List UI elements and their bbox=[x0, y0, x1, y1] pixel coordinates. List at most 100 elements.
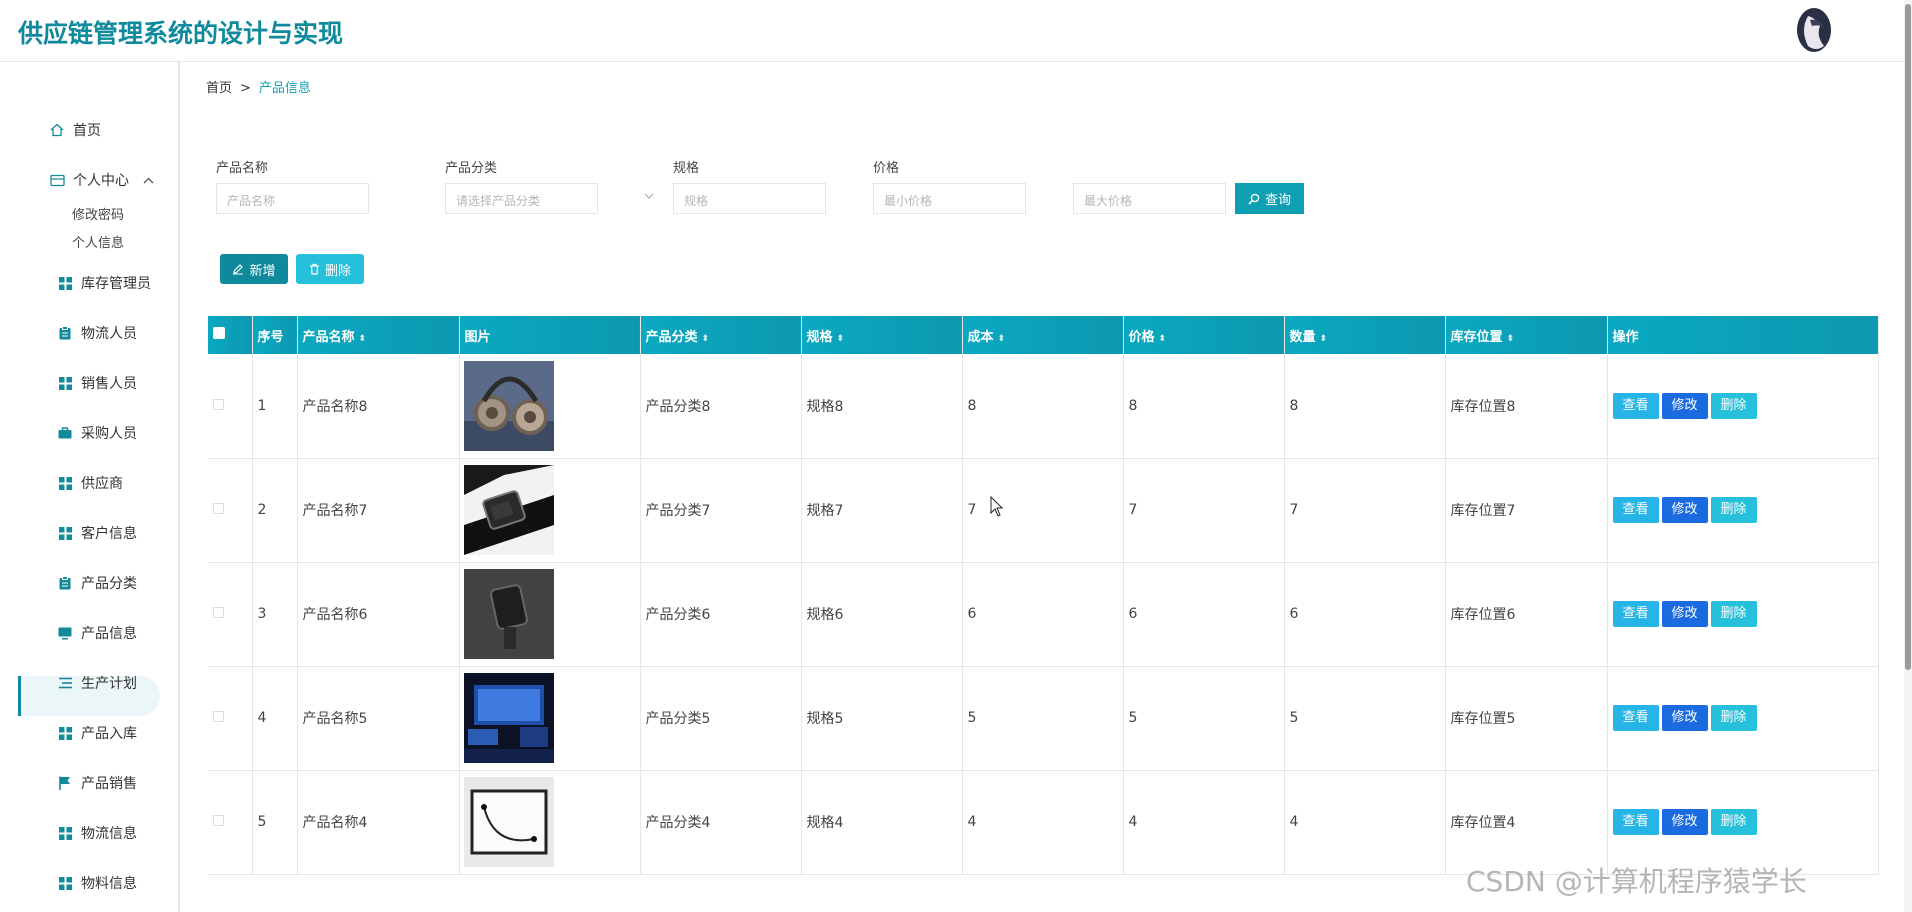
table-row: 5 产品名称4 产品分类4 规格4 4 4 4 库存位置4 查看 修改 删除 bbox=[208, 770, 1879, 875]
column-header-location[interactable]: 库存位置 ⬍ bbox=[1445, 316, 1608, 354]
sidebar-item-11[interactable]: 产品销售 bbox=[56, 770, 137, 796]
chevron-down-icon bbox=[644, 191, 654, 202]
sidebar-item-label: 库存管理员 bbox=[81, 276, 151, 292]
view-button[interactable]: 查看 bbox=[1612, 705, 1659, 731]
product-name-input[interactable]: 产品名称 bbox=[216, 183, 369, 214]
mouse-cursor-icon bbox=[990, 496, 1004, 517]
delete-button-label: 删除 bbox=[324, 263, 351, 279]
sidebar-item-10[interactable]: 产品入库 bbox=[56, 720, 137, 746]
view-button[interactable]: 查看 bbox=[1612, 809, 1659, 835]
row-checkbox-cell[interactable] bbox=[208, 458, 253, 563]
row-delete-button[interactable]: 删除 bbox=[1710, 809, 1757, 835]
sidebar-item-personal-center[interactable]: 个人中心 bbox=[48, 167, 154, 193]
column-header-category[interactable]: 产品分类 ⬍ bbox=[640, 316, 802, 354]
app-title: 供应链管理系统的设计与实现 bbox=[18, 19, 344, 48]
cell-cost: 4 bbox=[962, 770, 1124, 875]
column-header-spec[interactable]: 规格 ⬍ bbox=[801, 316, 963, 354]
column-header-cost[interactable]: 成本 ⬍ bbox=[962, 316, 1124, 354]
row-checkbox[interactable] bbox=[213, 815, 224, 826]
min-price-input[interactable]: 最小价格 bbox=[873, 183, 1026, 214]
breadcrumb-home[interactable]: 首页 bbox=[206, 81, 232, 96]
cell-price: 8 bbox=[1123, 354, 1285, 459]
trash-icon bbox=[309, 263, 320, 275]
edit-button[interactable]: 修改 bbox=[1661, 601, 1708, 627]
row-checkbox-cell[interactable] bbox=[208, 354, 253, 459]
edit-button[interactable]: 修改 bbox=[1661, 497, 1708, 523]
add-button[interactable]: 新增 bbox=[220, 254, 288, 284]
cell-spec: 规格7 bbox=[801, 458, 963, 563]
cell-index: 2 bbox=[252, 458, 298, 563]
filter-price-label: 价格 bbox=[873, 161, 900, 176]
column-header-quantity[interactable]: 数量 ⬍ bbox=[1284, 316, 1446, 354]
sidebar-item-label: 物料信息 bbox=[81, 876, 137, 892]
sidebar-item-6[interactable]: 客户信息 bbox=[56, 520, 137, 546]
spec-input[interactable]: 规格 bbox=[673, 183, 826, 214]
cell-name: 产品名称6 bbox=[297, 562, 460, 667]
row-delete-button[interactable]: 删除 bbox=[1710, 392, 1757, 419]
edit-button[interactable]: 修改 bbox=[1661, 809, 1708, 835]
top-header: 供应链管理系统的设计与实现 bbox=[0, 0, 1912, 62]
cell-image bbox=[459, 562, 641, 667]
sidebar-item-1[interactable]: 库存管理员 bbox=[56, 270, 151, 296]
sidebar-subitem-personal-info[interactable]: 个人信息 bbox=[72, 232, 124, 251]
row-checkbox-cell[interactable] bbox=[208, 666, 253, 771]
sidebar-subitem-change-password[interactable]: 修改密码 bbox=[72, 204, 124, 223]
cell-name: 产品名称5 bbox=[297, 666, 460, 771]
sidebar-item-2[interactable]: 物流人员 bbox=[56, 320, 137, 346]
add-button-label: 新增 bbox=[249, 263, 276, 279]
view-button[interactable]: 查看 bbox=[1612, 392, 1659, 419]
sort-icon[interactable]: ⬍ bbox=[1159, 334, 1167, 344]
sidebar: 首页 个人中心 修改密码 个人信息 库存管理员物流人员销售人员采购人员供应商客户… bbox=[0, 62, 180, 912]
cell-actions: 查看 修改 删除 bbox=[1607, 562, 1879, 667]
edit-button[interactable]: 修改 bbox=[1661, 705, 1708, 731]
row-delete-button[interactable]: 删除 bbox=[1710, 705, 1757, 731]
sidebar-item-label: 首页 bbox=[73, 123, 101, 139]
select-all-checkbox[interactable] bbox=[208, 316, 253, 354]
row-checkbox[interactable] bbox=[213, 607, 224, 618]
row-checkbox-cell[interactable] bbox=[208, 562, 253, 667]
cell-location: 库存位置5 bbox=[1445, 666, 1608, 771]
sidebar-item-7[interactable]: 产品分类 bbox=[56, 570, 137, 596]
max-price-input[interactable]: 最大价格 bbox=[1073, 183, 1226, 214]
edit-button[interactable]: 修改 bbox=[1661, 392, 1708, 419]
query-button[interactable]: 查询 bbox=[1235, 183, 1304, 214]
sidebar-item-5[interactable]: 供应商 bbox=[56, 470, 123, 496]
cell-cost: 8 bbox=[962, 354, 1124, 459]
view-button[interactable]: 查看 bbox=[1612, 601, 1659, 627]
sidebar-item-8[interactable]: 产品信息 bbox=[56, 620, 137, 646]
sidebar-item-13[interactable]: 物料信息 bbox=[56, 870, 137, 896]
sort-icon[interactable]: ⬍ bbox=[1320, 334, 1328, 344]
sort-icon[interactable]: ⬍ bbox=[837, 334, 845, 344]
page-scrollbar-thumb[interactable] bbox=[1905, 4, 1911, 670]
product-image bbox=[463, 673, 554, 763]
column-header-name[interactable]: 产品名称 ⬍ bbox=[297, 316, 460, 354]
cell-cost: 6 bbox=[962, 562, 1124, 667]
view-button[interactable]: 查看 bbox=[1612, 497, 1659, 523]
batch-delete-button[interactable]: 删除 bbox=[296, 254, 364, 284]
sort-icon[interactable]: ⬍ bbox=[998, 334, 1006, 344]
row-checkbox-cell[interactable] bbox=[208, 770, 253, 875]
sidebar-item-4[interactable]: 采购人员 bbox=[56, 420, 137, 446]
row-delete-button[interactable]: 删除 bbox=[1710, 497, 1757, 523]
list-icon bbox=[56, 674, 74, 692]
cell-name: 产品名称7 bbox=[297, 458, 460, 563]
breadcrumb: 首页 > 产品信息 bbox=[206, 77, 311, 96]
cell-index: 1 bbox=[252, 354, 298, 459]
column-header-price[interactable]: 价格 ⬍ bbox=[1123, 316, 1285, 354]
grid-icon bbox=[56, 274, 74, 292]
row-checkbox[interactable] bbox=[213, 711, 224, 722]
sidebar-item-home[interactable]: 首页 bbox=[48, 117, 101, 143]
row-checkbox[interactable] bbox=[213, 398, 224, 410]
user-avatar[interactable] bbox=[1794, 6, 1834, 54]
sort-icon[interactable]: ⬍ bbox=[702, 334, 710, 344]
sort-icon[interactable]: ⬍ bbox=[1507, 334, 1515, 344]
row-delete-button[interactable]: 删除 bbox=[1710, 601, 1757, 627]
sidebar-item-3[interactable]: 销售人员 bbox=[56, 370, 137, 396]
row-checkbox[interactable] bbox=[213, 503, 224, 514]
product-image bbox=[463, 360, 554, 451]
product-category-select[interactable]: 请选择产品分类 bbox=[445, 183, 598, 214]
sidebar-item-9[interactable]: 生产计划 bbox=[56, 670, 137, 696]
sidebar-item-12[interactable]: 物流信息 bbox=[56, 820, 137, 846]
sidebar-item-label: 产品信息 bbox=[81, 626, 137, 642]
sort-icon[interactable]: ⬍ bbox=[359, 334, 367, 344]
